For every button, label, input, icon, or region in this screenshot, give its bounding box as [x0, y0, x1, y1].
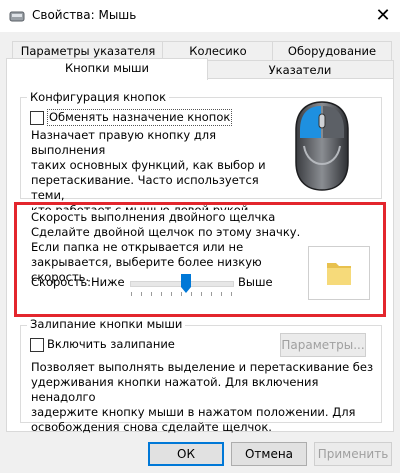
cancel-button[interactable]: Отмена: [231, 442, 307, 466]
description-line: освобождения снова сделайте щелчок.: [31, 420, 272, 434]
swap-buttons-checkbox[interactable]: [30, 111, 44, 125]
tab-label: Колесико: [189, 44, 247, 58]
slider-tick: [211, 292, 212, 296]
tab-buttons[interactable]: Кнопки мыши: [6, 58, 208, 80]
folder-icon[interactable]: [323, 257, 355, 289]
tab-hardware[interactable]: Оборудование: [272, 41, 392, 61]
window-title: Свойства: Мышь: [32, 8, 137, 22]
slider-tick: [161, 292, 162, 296]
ok-button[interactable]: ОК: [148, 442, 224, 466]
description-line: таких основных функций, как выбор и: [31, 158, 266, 172]
description-line: перетаскивание. Часто используется теми,: [31, 173, 259, 202]
description-line: Если папка не открывается или не: [31, 240, 244, 254]
speed-label: Скорость:: [31, 275, 92, 289]
tab-pointers[interactable]: Указатели: [206, 60, 394, 79]
slider-thumb[interactable]: [181, 274, 191, 293]
close-icon[interactable]: ✕: [370, 4, 396, 28]
slider-tick: [131, 292, 132, 296]
tab-label: Кнопки мыши: [64, 61, 150, 75]
slider-tick: [201, 292, 202, 296]
double-click-label: Скорость выполнения двойного щелчка: [31, 210, 276, 225]
description-line: удерживания кнопки нажатой. Для включени…: [31, 375, 319, 404]
slider-tick: [171, 292, 172, 296]
click-lock-checkbox[interactable]: [30, 338, 44, 352]
description-line: Назначает правую кнопку для выполнения: [31, 128, 217, 157]
test-folder-area[interactable]: [308, 246, 370, 300]
slider-tick: [221, 292, 222, 296]
tab-label: Указатели: [268, 63, 332, 77]
mouse-properties-icon: [9, 11, 25, 22]
swap-buttons-label[interactable]: Обменять назначение кнопок: [47, 109, 233, 126]
click-lock-settings-button[interactable]: Параметры...: [280, 333, 366, 357]
title-bar: Свойства: Мышь ✕: [0, 0, 400, 32]
tab-label: Оборудование: [287, 44, 377, 58]
slider-tick: [141, 292, 142, 296]
mouse-illustration-icon: [295, 101, 349, 191]
slider-tick: [191, 292, 192, 296]
slider-tick: [151, 292, 152, 296]
slider-tick: [231, 292, 232, 296]
speed-low-label: Ниже: [91, 275, 125, 289]
click-lock-checkbox-label[interactable]: Включить залипание: [47, 337, 175, 352]
button-config-label: Конфигурация кнопок: [27, 90, 170, 104]
description-line: Позволяет выполнять выделение и перетаск…: [31, 360, 374, 374]
apply-button[interactable]: Применить: [314, 442, 392, 466]
speed-high-label: Выше: [238, 275, 273, 289]
click-lock-description: Позволяет выполнять выделение и перетаск…: [31, 360, 376, 435]
tab-label: Параметры указателя: [20, 44, 156, 58]
description-line: Сделайте двойной щелчок по этому значку.: [31, 225, 301, 239]
speed-slider[interactable]: [130, 270, 234, 300]
click-lock-label: Залипание кнопки мыши: [27, 317, 186, 331]
description-line: задержите кнопку мыши в нажатом положени…: [31, 405, 356, 419]
